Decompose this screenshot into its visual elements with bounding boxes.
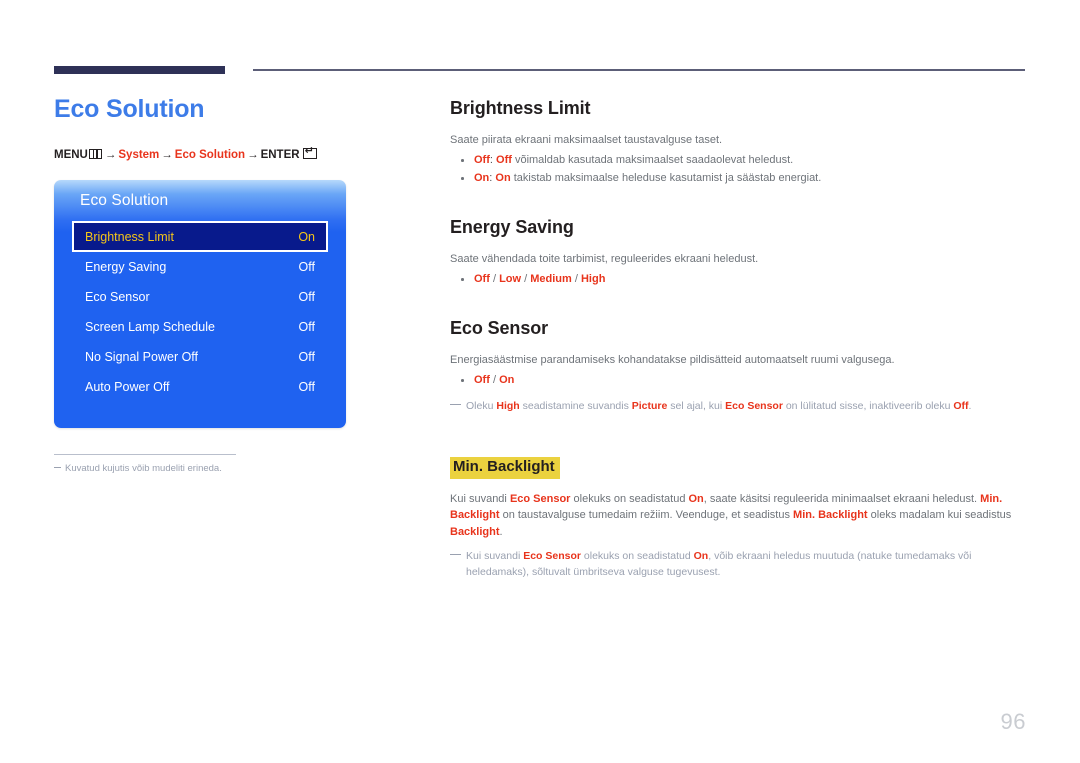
note-term-picture: Picture	[631, 399, 668, 412]
option-sep: /	[489, 273, 500, 285]
eco-sensor-note: Oleku High seadistamine suvandis Picture…	[450, 399, 1030, 415]
left-footnote: Kuvatud kujutis võib mudeliti erineda.	[54, 454, 236, 476]
osd-row-auto-power-off[interactable]: Auto Power Off Off	[72, 372, 328, 402]
osd-row-value: Off	[298, 320, 315, 335]
breadcrumb-arrow-2: →	[161, 148, 173, 161]
breadcrumb-arrow-1: →	[104, 148, 117, 161]
osd-panel-title: Eco Solution	[80, 192, 169, 210]
option-low: Low	[499, 273, 522, 285]
osd-row-label: Screen Lamp Schedule	[85, 320, 215, 335]
option-desc-off: võimaldab kasutada maksimaalset saadaole…	[511, 154, 794, 167]
list-item: Off: Off võimaldab kasutada maksimaalset…	[450, 152, 1030, 170]
right-column: Brightness Limit Saate piirata ekraani m…	[450, 98, 1030, 591]
term-backlight: Backlight	[450, 525, 500, 538]
header-rule-thick	[54, 66, 225, 74]
osd-row-screen-lamp-schedule[interactable]: Screen Lamp Schedule Off	[72, 312, 328, 342]
min-backlight-note: Kui suvandi Eco Sensor olekuks on seadis…	[450, 549, 1030, 580]
note-term-eco-sensor: Eco Sensor	[523, 550, 581, 563]
paragraph-text: Kui suvandi	[450, 492, 510, 505]
osd-row-value: Off	[298, 380, 315, 395]
option-sep: /	[571, 273, 581, 285]
note-term-eco-sensor: Eco Sensor	[725, 399, 783, 412]
note-text: olekuks on seadistatud	[580, 550, 694, 563]
note-text: on lülitatud sisse, inaktiveerib oleku	[782, 399, 954, 412]
paragraph-text: oleks madalam kui seadistus	[867, 509, 1012, 522]
note-dash-icon	[54, 467, 61, 469]
breadcrumb-step-eco-solution: Eco Solution	[174, 148, 246, 161]
osd-menu-list: Brightness Limit On Energy Saving Off Ec…	[54, 221, 346, 402]
breadcrumb: MENU → System → Eco Solution → ENTER	[54, 145, 414, 163]
osd-row-label: Eco Sensor	[85, 290, 150, 305]
paragraph-text: olekuks on seadistatud	[570, 492, 689, 505]
osd-row-label: Auto Power Off	[85, 380, 170, 395]
paragraph-text: on taustavalguse tumedaim režiim. Veendu…	[499, 509, 794, 522]
list-item: Off / On	[450, 372, 1030, 390]
osd-row-value: On	[298, 229, 315, 244]
left-footnote-text: Kuvatud kujutis võib mudeliti erineda.	[54, 463, 236, 476]
note-term-high: High	[496, 399, 520, 412]
option-key-on: On	[474, 172, 490, 184]
term-eco-sensor: Eco Sensor	[509, 492, 571, 505]
list-item: On: On takistab maksimaalse heleduse kas…	[450, 170, 1030, 188]
section-heading-energy-saving: Energy Saving	[450, 216, 574, 237]
note-text: Oleku	[466, 399, 497, 412]
osd-row-label: No Signal Power Off	[85, 350, 199, 365]
note-term-on: On	[693, 550, 709, 563]
brightness-limit-intro: Saate piirata ekraani maksimaalset taust…	[450, 133, 723, 146]
osd-row-eco-sensor[interactable]: Eco Sensor Off	[72, 282, 328, 312]
menu-grid-icon	[88, 148, 102, 159]
note-text: Kui suvandi	[466, 550, 524, 563]
option-high: High	[580, 273, 606, 285]
note-term-off: Off	[953, 399, 969, 412]
header-rule-thin	[253, 69, 1025, 71]
note-text: sel ajal, kui	[667, 399, 726, 412]
breadcrumb-enter-label: ENTER	[260, 148, 300, 161]
option-sep: /	[521, 273, 531, 285]
list-item: Off / Low / Medium / High	[450, 271, 1030, 289]
brightness-limit-options: Off: Off võimaldab kasutada maksimaalset…	[450, 152, 1030, 188]
eco-sensor-options: Off / On	[450, 372, 1030, 390]
paragraph-text: , saate käsitsi reguleerida minimaalset …	[703, 492, 981, 505]
option-on: On	[499, 374, 515, 386]
osd-row-brightness-limit[interactable]: Brightness Limit On	[72, 221, 328, 253]
breadcrumb-menu-label: MENU	[54, 148, 88, 161]
option-term-on: On	[495, 172, 511, 184]
option-term-off: Off	[496, 154, 512, 167]
osd-row-value: Off	[298, 260, 315, 275]
enter-key-icon	[302, 145, 317, 159]
osd-panel: Eco Solution Brightness Limit On Energy …	[54, 180, 346, 429]
option-desc-on: takistab maksimaalse heleduse kasutamist…	[510, 172, 822, 184]
option-off: Off	[474, 273, 490, 285]
paragraph-text: .	[499, 525, 503, 538]
min-backlight-paragraph: Kui suvandi Eco Sensor olekuks on seadis…	[450, 491, 1030, 541]
option-off: Off	[474, 374, 490, 386]
page-number: 96	[1000, 709, 1026, 734]
section-heading-eco-sensor: Eco Sensor	[450, 317, 549, 338]
term-on: On	[688, 492, 704, 505]
osd-row-label: Energy Saving	[85, 260, 167, 275]
section-heading-min-backlight: Min. Backlight	[450, 456, 560, 479]
left-footnote-divider	[54, 454, 236, 456]
page-title: Eco Solution	[54, 95, 205, 123]
osd-row-label: Brightness Limit	[85, 229, 174, 244]
left-footnote-label: Kuvatud kujutis võib mudeliti erineda.	[65, 463, 222, 475]
option-medium: Medium	[530, 273, 572, 285]
energy-saving-intro: Saate vähendada toite tarbimist, regulee…	[450, 252, 759, 265]
section-heading-brightness-limit: Brightness Limit	[450, 98, 591, 118]
header-rules	[0, 0, 1080, 90]
note-text: .	[968, 399, 972, 412]
energy-saving-options: Off / Low / Medium / High	[450, 271, 1030, 289]
left-column: Eco Solution MENU → System → Eco Solution → EN…	[54, 95, 414, 476]
option-key-off: Off	[474, 154, 490, 167]
osd-row-energy-saving[interactable]: Energy Saving Off	[72, 252, 328, 282]
breadcrumb-arrow-3: →	[247, 148, 259, 161]
breadcrumb-step-system: System	[118, 148, 160, 161]
term-min-backlight: Min. Backlight	[793, 509, 868, 522]
osd-row-value: Off	[298, 350, 315, 365]
eco-sensor-intro: Energiasäästmise parandamiseks kohandata…	[450, 353, 895, 366]
option-sep: /	[489, 374, 500, 386]
note-text: seadistamine suvandis	[519, 399, 632, 412]
osd-row-no-signal-power-off[interactable]: No Signal Power Off Off	[72, 342, 328, 372]
osd-row-value: Off	[298, 290, 315, 305]
